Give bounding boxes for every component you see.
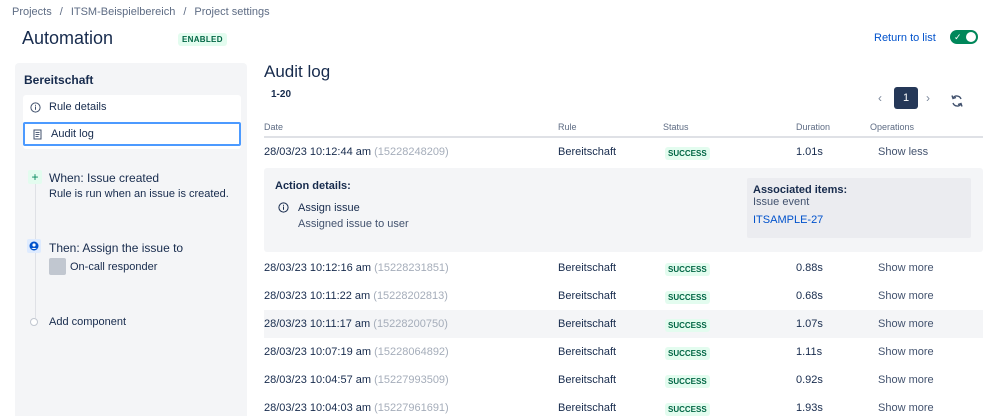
table-row: 28/03/23 10:04:57 am (15227993509) Berei… [264,366,983,394]
check-icon: ✓ [954,32,962,42]
refresh-icon[interactable] [949,93,965,109]
breadcrumb-separator: / [59,6,63,18]
status-badge: ENABLED [178,33,227,46]
row-duration: 0.92s [796,374,823,386]
breadcrumb-project-settings[interactable]: Project settings [194,6,269,18]
action-title[interactable]: Then: Assign the issue to [49,241,183,255]
plus-icon: + [28,170,42,184]
page-title: Automation [22,28,114,48]
chevron-left-icon[interactable]: ‹ [878,91,882,105]
action-result: Assigned issue to user [298,218,409,230]
result-range: 1-20 [271,89,292,100]
rule-enabled-toggle[interactable]: ✓ [950,30,978,44]
associated-items-title: Associated items: [753,184,848,196]
row-duration: 0.68s [796,290,823,302]
avatar [49,258,66,275]
row-rule: Bereitschaft [558,402,617,414]
table-row: 28/03/23 10:11:22 am (15228202813) Berei… [264,282,983,310]
table-header: Date Rule Status Duration Operations [264,116,983,138]
sidebar-item-label: Rule details [49,101,107,113]
column-header-rule: Rule [558,122,577,132]
table-row: 28/03/23 10:11:17 am (15228200750) Berei… [264,310,983,338]
action-name: Assign issue [298,202,360,214]
status-badge: SUCCESS [665,347,710,360]
rule-name: Bereitschaft [24,73,94,87]
status-badge: SUCCESS [665,375,710,388]
row-duration: 1.93s [796,402,823,414]
table-row: 28/03/23 10:12:44 am (15228248209) Berei… [264,138,983,166]
column-header-operations: Operations [870,122,915,132]
table-row: 28/03/23 10:07:19 am (15228064892) Berei… [264,338,983,366]
action-details-box: Action details: Assign issue Assigned is… [264,168,983,252]
breadcrumb-projects[interactable]: Projects [12,6,52,18]
rule-sidebar: Bereitschaft Rule details Audit log [15,63,247,416]
row-date: 28/03/23 10:11:22 am (15228202813) [264,290,448,302]
row-date: 28/03/23 10:12:44 am (15228248209) [264,146,449,158]
row-duration: 0.88s [796,262,823,274]
info-icon [30,101,41,113]
row-duration: 1.01s [796,146,823,158]
row-rule: Bereitschaft [558,374,617,386]
row-date: 28/03/23 10:11:17 am (15228200750) [264,318,448,330]
sidebar-item-rule-details[interactable]: Rule details [23,95,241,119]
issue-link[interactable]: ITSAMPLE-27 [753,214,823,226]
breadcrumb: Projects / ITSM-Beispielbereich / Projec… [12,6,270,18]
row-rule: Bereitschaft [558,290,617,302]
row-date: 28/03/23 10:12:16 am (15228231851) [264,262,449,274]
sidebar-nav: Rule details Audit log [23,95,241,149]
status-badge: SUCCESS [665,291,710,304]
row-rule: Bereitschaft [558,146,617,158]
show-more-button[interactable]: Show more [878,262,934,274]
row-date: 28/03/23 10:04:03 am (15227961691) [264,402,449,414]
column-header-status: Status [663,122,689,132]
row-date: 28/03/23 10:04:57 am (15227993509) [264,374,449,386]
table-row: 28/03/23 10:12:16 am (15228231851) Berei… [264,254,983,282]
show-more-button[interactable]: Show more [878,290,934,302]
audit-log-table: Date Rule Status Duration Operations 28/… [264,116,983,416]
show-more-button[interactable]: Show more [878,402,934,414]
breadcrumb-separator: / [183,6,187,18]
row-rule: Bereitschaft [558,318,617,330]
table-row: 28/03/23 10:04:03 am (15227961691) Berei… [264,394,983,416]
row-rule: Bereitschaft [558,346,617,358]
row-duration: 1.11s [796,346,823,358]
user-assign-icon [27,239,41,253]
column-header-date: Date [264,122,284,132]
document-icon [32,129,43,140]
pagination-page-button[interactable]: 1 [894,87,918,109]
sidebar-item-audit-log[interactable]: Audit log [23,122,241,146]
status-badge: SUCCESS [665,263,710,276]
status-badge: SUCCESS [665,147,710,160]
audit-log-title: Audit log [264,62,331,81]
sidebar-item-label: Audit log [51,128,94,140]
show-less-button[interactable]: Show less [878,146,928,158]
row-rule: Bereitschaft [558,262,617,274]
show-more-button[interactable]: Show more [878,318,934,330]
action-details-label: Action details: [275,180,351,192]
row-date: 28/03/23 10:07:19 am (15228064892) [264,346,449,358]
breadcrumb-project[interactable]: ITSM-Beispielbereich [71,6,176,18]
trigger-title[interactable]: When: Issue created [49,171,159,185]
associated-items-box: Associated items: Issue event ITSAMPLE-2… [747,178,971,238]
row-duration: 1.07s [796,318,823,330]
show-more-button[interactable]: Show more [878,374,934,386]
chevron-right-icon[interactable]: › [926,91,930,105]
show-more-button[interactable]: Show more [878,346,934,358]
toggle-knob [966,32,976,42]
action-details-panel: Action details: Assign issue Assigned is… [264,166,983,254]
trigger-description: Rule is run when an issue is created. [49,188,229,200]
info-icon [278,202,289,213]
status-badge: SUCCESS [665,319,710,332]
column-header-duration: Duration [796,122,831,132]
action-assignee: On-call responder [70,261,158,273]
add-component-button[interactable]: Add component [49,316,126,328]
associated-items-type: Issue event [753,196,810,208]
return-to-list-link[interactable]: Return to list [874,32,936,44]
status-badge: SUCCESS [665,403,710,416]
add-component-dot-icon [30,318,38,326]
